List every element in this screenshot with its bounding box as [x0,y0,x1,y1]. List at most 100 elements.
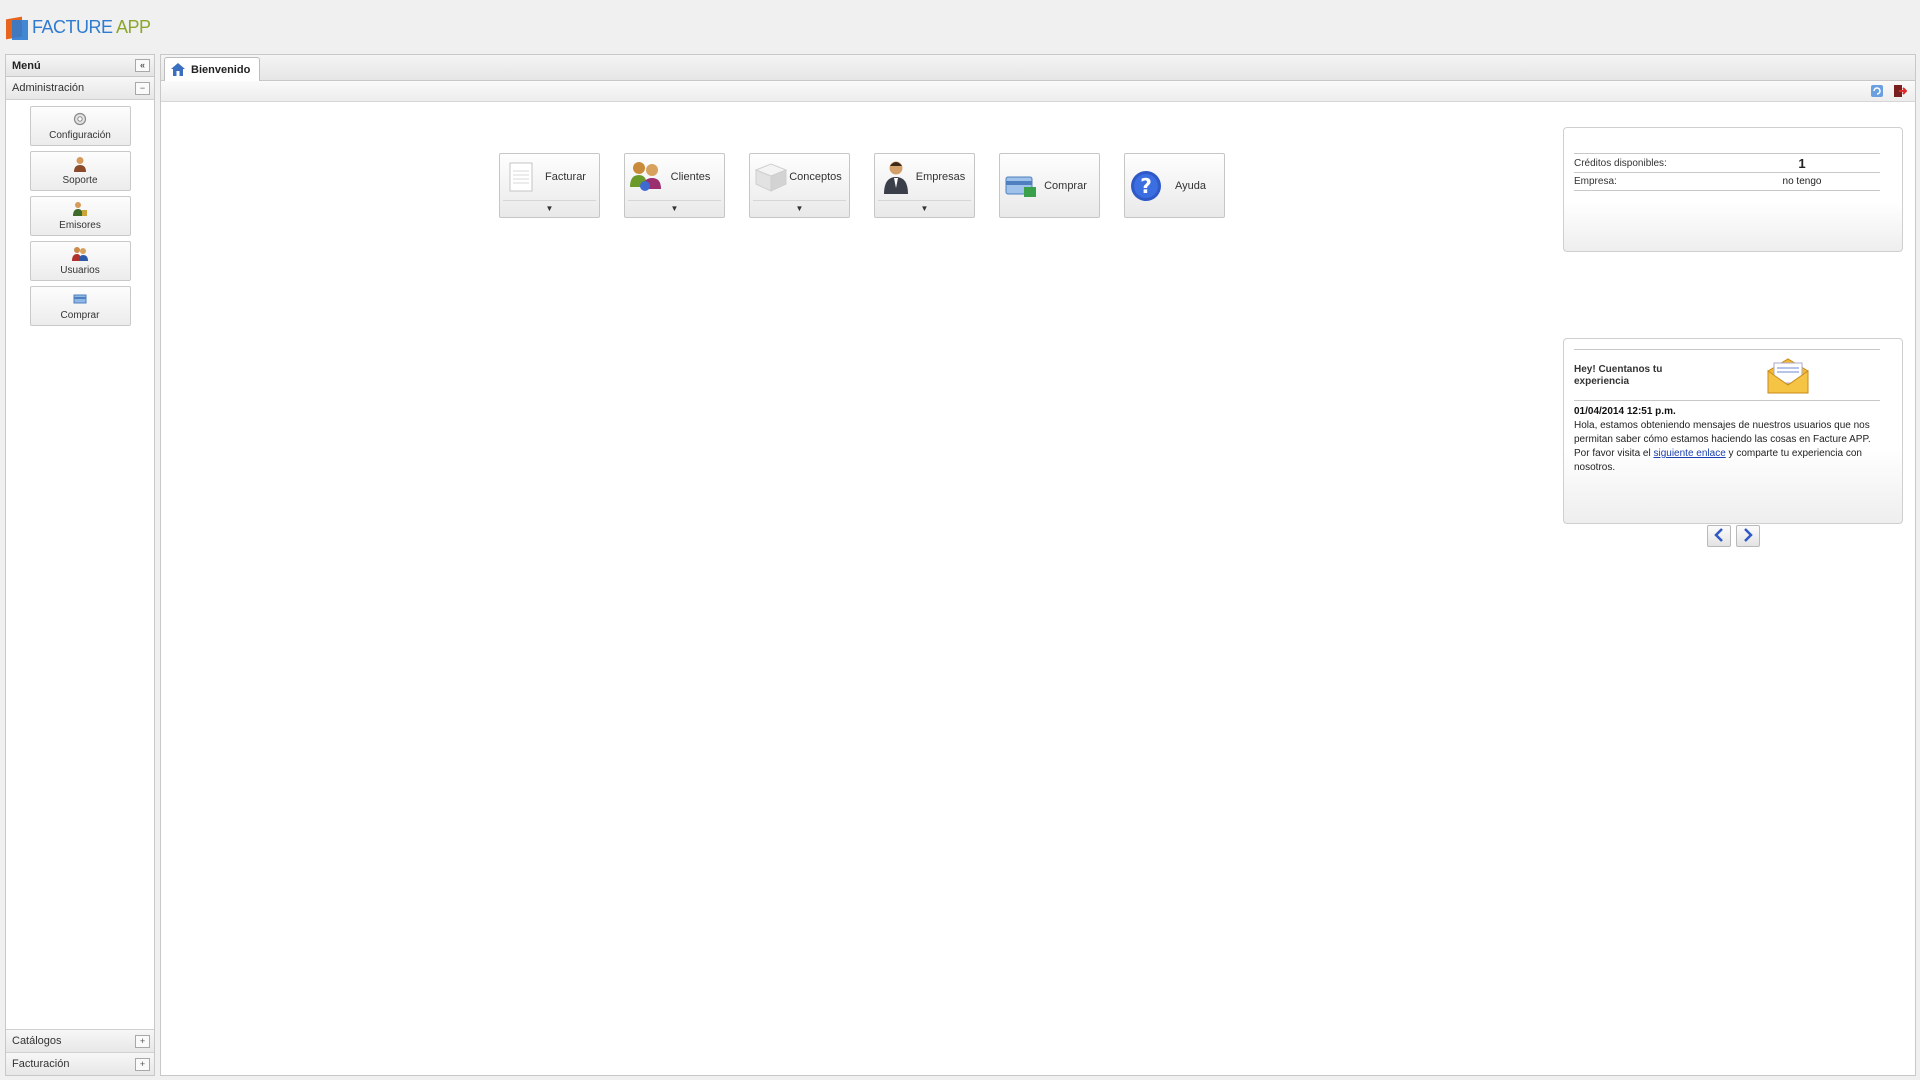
issuers-icon [72,201,88,217]
invoice-icon [504,160,538,194]
credits-value: 1 [1798,155,1806,171]
company-label: Empresa: [1574,176,1617,187]
box-icon [754,160,788,194]
comprar-button[interactable]: Comprar [999,153,1100,218]
sidebar-title: Menú [12,59,41,72]
sidebar-section-catalogos[interactable]: Catálogos + [6,1029,154,1052]
minus-icon: − [139,82,146,93]
credits-panel: Créditos disponibles: 1 Empresa: no teng… [1563,127,1903,252]
quick-access-buttons: Facturar ▼ Clientes ▼ Conceptos ▼ Empres… [499,153,1225,218]
sidebar-menu: Menú « Administración − Configuración So… [5,54,155,1076]
clientes-dropdown-arrow[interactable]: ▼ [628,200,721,217]
sidebar-titlebar: Menú « [6,55,154,77]
envelope-icon [1766,355,1810,398]
credits-table: Créditos disponibles: 1 Empresa: no teng… [1574,153,1880,191]
logo-mark-icon [6,14,28,40]
sidebar-section-label: Facturación [12,1058,70,1070]
sidebar-item-label: Comprar [60,310,100,321]
ayuda-main[interactable]: ? Ayuda [1125,154,1224,217]
refresh-icon[interactable] [1870,84,1884,101]
users-icon [72,246,88,262]
collapse-sidebar-button[interactable]: « [135,59,150,72]
chevron-right-icon [1742,527,1754,545]
conceptos-dropdown-arrow[interactable]: ▼ [753,200,846,217]
sidebar-item-usuarios[interactable]: Usuarios [29,241,131,281]
tab-bar: Bienvenido [161,55,1915,81]
caret-down-icon: ▼ [920,204,929,213]
sidebar-item-label: Soporte [62,175,98,186]
facturar-button[interactable]: Facturar ▼ [499,153,600,218]
news-date: 01/04/2014 12:51 p.m. [1574,406,1676,417]
plus-icon: + [139,1058,146,1069]
previous-news-button[interactable] [1707,525,1731,547]
app-logo: FACTURE APP [6,12,151,42]
app-header: FACTURE APP [0,0,1920,52]
sidebar-section-label: Administración [12,82,85,94]
empresas-button[interactable]: Empresas ▼ [874,153,975,218]
caret-down-icon: ▼ [545,204,554,213]
sidebar-items: Configuración Soporte Emisores Usuarios … [6,100,154,326]
ayuda-button[interactable]: ? Ayuda [1124,153,1225,218]
clientes-button[interactable]: Clientes ▼ [624,153,725,218]
facturar-dropdown-arrow[interactable]: ▼ [503,200,596,217]
caret-down-icon: ▼ [670,204,679,213]
news-pager [1707,525,1760,547]
sidebar-item-label: Usuarios [60,265,100,276]
quick-button-label: Empresas [915,171,966,183]
clientes-main[interactable]: Clientes [625,154,724,200]
quick-button-label: Comprar [1044,179,1087,192]
survey-link[interactable]: siguiente enlace [1653,448,1725,459]
next-news-button[interactable] [1736,525,1760,547]
company-value: no tengo [1782,176,1822,187]
welcome-content: Facturar ▼ Clientes ▼ Conceptos ▼ Empres… [161,102,1915,1074]
sidebar-item-comprar[interactable]: Comprar [29,286,131,326]
news-title: Hey! Cuentanos tu experiencia [1574,364,1663,387]
sidebar-item-label: Emisores [59,220,101,231]
expand-section-button[interactable]: + [135,1057,150,1071]
main-panel: Bienvenido Facturar ▼ Clientes ▼ Concept… [160,54,1916,1076]
expand-section-button[interactable]: + [135,1034,150,1048]
svg-text:?: ? [1140,174,1152,198]
help-icon: ? [1129,169,1163,203]
conceptos-main[interactable]: Conceptos [750,154,849,200]
logo-text-app: APP [112,16,151,37]
news-panel: Hey! Cuentanos tu experiencia 01/04/2014… [1563,338,1903,524]
facturar-main[interactable]: Facturar [500,154,599,200]
sidebar-section-administracion[interactable]: Administración − [6,77,154,100]
quick-button-label: Ayuda [1175,179,1206,192]
company-row: Empresa: no tengo [1574,172,1880,191]
comprar-main[interactable]: Comprar [1000,154,1099,217]
double-chevron-left-icon: « [139,60,145,70]
quick-button-label: Clientes [670,171,711,183]
toolbar [161,81,1915,102]
home-icon [171,63,185,76]
clients-icon [629,160,663,194]
credits-row: Créditos disponibles: 1 [1574,153,1880,172]
gear-icon [72,111,88,127]
caret-down-icon: ▼ [795,204,804,213]
sidebar-section-label: Catálogos [12,1035,62,1047]
sidebar-item-label: Configuración [49,130,111,141]
quick-button-label: Facturar [545,171,586,183]
quick-button-label: Conceptos [789,171,842,183]
credits-label: Créditos disponibles: [1574,157,1667,169]
toolbar-icons [1870,84,1908,101]
empresas-main[interactable]: Empresas [875,154,974,200]
empresas-dropdown-arrow[interactable]: ▼ [878,200,971,217]
purchase-icon [72,291,88,307]
tab-label: Bienvenido [191,63,251,76]
logo-text: FACTURE APP [32,17,151,38]
logo-text-facture: FACTURE [32,16,113,37]
collapse-section-button[interactable]: − [135,81,150,95]
sidebar-item-soporte[interactable]: Soporte [29,151,131,191]
news-body: 01/04/2014 12:51 p.m. Hola, estamos obte… [1574,405,1884,475]
tab-bienvenido[interactable]: Bienvenido [164,57,260,81]
sidebar-item-configuracion[interactable]: Configuración [29,106,131,146]
logout-icon[interactable] [1893,84,1908,101]
news-header: Hey! Cuentanos tu experiencia [1574,349,1880,401]
conceptos-button[interactable]: Conceptos ▼ [749,153,850,218]
sidebar-section-facturacion[interactable]: Facturación + [6,1052,154,1075]
businessman-icon [879,160,913,194]
purchase-icon [1004,169,1038,203]
sidebar-item-emisores[interactable]: Emisores [29,196,131,236]
